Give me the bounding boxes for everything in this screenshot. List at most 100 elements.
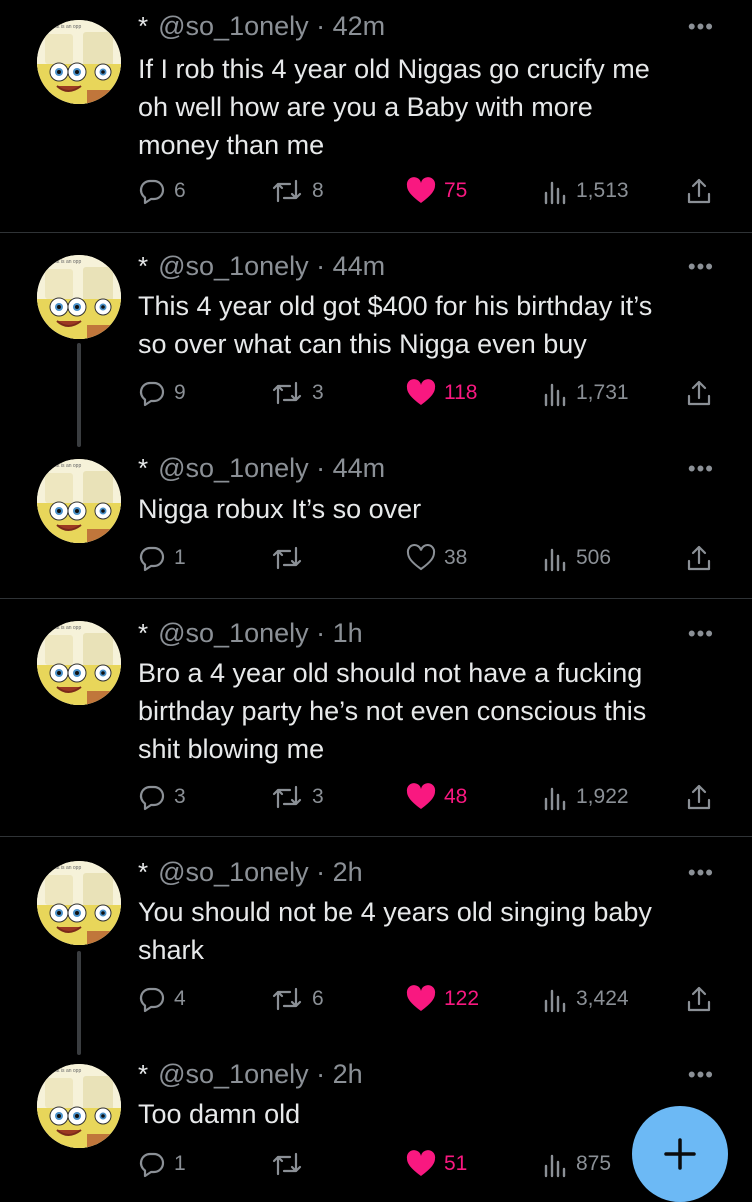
views-button[interactable]: 506 bbox=[542, 541, 611, 575]
reply-icon bbox=[139, 1152, 165, 1178]
reply-button[interactable]: 3 bbox=[138, 780, 186, 814]
like-button[interactable]: 48 bbox=[406, 780, 467, 814]
retweet-icon bbox=[272, 179, 302, 203]
more-icon[interactable]: ••• bbox=[688, 860, 714, 886]
asterisk: * bbox=[138, 251, 149, 281]
views-icon bbox=[544, 383, 566, 407]
tweet-line: You should not be 4 years old singing ba… bbox=[138, 897, 652, 927]
compose-button[interactable] bbox=[632, 1106, 728, 1202]
asterisk: * bbox=[138, 1059, 149, 1089]
divider bbox=[0, 598, 752, 599]
svg-text:what is an opp: what is an opp bbox=[49, 24, 81, 30]
timestamp[interactable]: 2h bbox=[333, 1059, 363, 1089]
avatar-image-icon: what is an opp bbox=[37, 20, 121, 104]
thread-line bbox=[77, 343, 81, 447]
avatar-image-icon: what is an opp bbox=[37, 621, 121, 705]
timestamp[interactable]: 44m bbox=[333, 251, 386, 281]
views-button[interactable]: 1,922 bbox=[542, 780, 629, 814]
views-icon bbox=[544, 787, 566, 811]
handle[interactable]: @so_1onely bbox=[158, 1059, 309, 1089]
handle[interactable]: @so_1onely bbox=[158, 453, 309, 483]
avatar-image-icon: what is an opp bbox=[37, 255, 121, 339]
views-button[interactable]: 875 bbox=[542, 1147, 611, 1181]
share-icon bbox=[687, 784, 711, 810]
views-count: 1,513 bbox=[576, 179, 629, 202]
tweet-header: * @so_1onely · 1h bbox=[138, 618, 363, 648]
reply-button[interactable]: 4 bbox=[138, 982, 186, 1016]
share-button[interactable] bbox=[686, 376, 712, 410]
share-icon bbox=[687, 986, 711, 1012]
timestamp[interactable]: 44m bbox=[333, 453, 386, 483]
reply-button[interactable]: 6 bbox=[138, 174, 186, 208]
heart-icon bbox=[406, 985, 436, 1011]
action-bar: 9 3 118 1,731 bbox=[138, 376, 718, 410]
timestamp[interactable]: 42m bbox=[333, 11, 386, 41]
retweet-button[interactable]: 8 bbox=[270, 174, 324, 208]
share-button[interactable] bbox=[686, 174, 712, 208]
like-count: 75 bbox=[444, 179, 468, 202]
like-button[interactable]: 75 bbox=[406, 174, 467, 208]
divider bbox=[0, 836, 752, 837]
like-button[interactable]: 38 bbox=[406, 541, 467, 575]
reply-count: 3 bbox=[174, 785, 186, 808]
avatar[interactable]: what is an opp bbox=[37, 1064, 121, 1148]
avatar[interactable]: what is an opp bbox=[37, 621, 121, 705]
handle[interactable]: @so_1onely bbox=[158, 857, 309, 887]
retweet-icon bbox=[272, 987, 302, 1011]
timestamp[interactable]: 1h bbox=[333, 618, 363, 648]
tweet-header: * @so_1onely · 2h bbox=[138, 857, 363, 887]
views-count: 875 bbox=[576, 1152, 612, 1175]
like-count: 118 bbox=[444, 381, 478, 404]
like-button[interactable]: 118 bbox=[406, 376, 477, 410]
retweet-count: 3 bbox=[312, 785, 324, 808]
retweet-button[interactable] bbox=[270, 541, 312, 575]
reply-button[interactable]: 1 bbox=[138, 541, 186, 575]
avatar[interactable]: what is an opp bbox=[37, 255, 121, 339]
avatar[interactable]: what is an opp bbox=[37, 20, 121, 104]
avatar[interactable]: what is an opp bbox=[37, 459, 121, 543]
views-icon bbox=[544, 548, 566, 572]
handle[interactable]: @so_1onely bbox=[158, 11, 309, 41]
retweet-button[interactable]: 3 bbox=[270, 376, 324, 410]
reply-count: 6 bbox=[174, 179, 186, 202]
like-count: 122 bbox=[444, 987, 480, 1010]
svg-text:what is an opp: what is an opp bbox=[49, 625, 81, 631]
more-icon[interactable]: ••• bbox=[688, 254, 714, 280]
share-button[interactable] bbox=[686, 982, 712, 1016]
more-icon[interactable]: ••• bbox=[688, 1062, 714, 1088]
share-icon bbox=[687, 545, 711, 571]
handle[interactable]: @so_1onely bbox=[158, 251, 309, 281]
action-bar: 6 8 75 1,513 bbox=[138, 174, 718, 208]
retweet-icon bbox=[272, 546, 302, 570]
more-icon[interactable]: ••• bbox=[688, 456, 714, 482]
tweet-header: * @so_1onely · 42m bbox=[138, 11, 386, 41]
like-button[interactable]: 122 bbox=[406, 982, 479, 1016]
retweet-button[interactable]: 6 bbox=[270, 982, 324, 1016]
like-count: 38 bbox=[444, 546, 468, 569]
handle[interactable]: @so_1onely bbox=[158, 618, 309, 648]
retweet-button[interactable] bbox=[270, 1147, 312, 1181]
reply-icon bbox=[139, 381, 165, 407]
heart-icon bbox=[406, 177, 436, 203]
svg-text:what is an opp: what is an opp bbox=[49, 865, 81, 871]
tweet-header: * @so_1onely · 44m bbox=[138, 251, 386, 281]
like-button[interactable]: 51 bbox=[406, 1147, 467, 1181]
share-button[interactable] bbox=[686, 780, 712, 814]
more-icon[interactable]: ••• bbox=[688, 621, 714, 647]
views-button[interactable]: 1,731 bbox=[542, 376, 629, 410]
divider bbox=[0, 232, 752, 233]
timestamp[interactable]: 2h bbox=[333, 857, 363, 887]
views-icon bbox=[544, 989, 566, 1013]
asterisk: * bbox=[138, 857, 149, 887]
more-icon[interactable]: ••• bbox=[688, 14, 714, 40]
avatar[interactable]: what is an opp bbox=[37, 861, 121, 945]
retweet-button[interactable]: 3 bbox=[270, 780, 324, 814]
reply-button[interactable]: 1 bbox=[138, 1147, 186, 1181]
asterisk: * bbox=[138, 453, 149, 483]
views-icon bbox=[544, 181, 566, 205]
share-icon bbox=[687, 380, 711, 406]
views-button[interactable]: 3,424 bbox=[542, 982, 629, 1016]
share-button[interactable] bbox=[686, 541, 712, 575]
reply-button[interactable]: 9 bbox=[138, 376, 186, 410]
views-button[interactable]: 1,513 bbox=[542, 174, 629, 208]
